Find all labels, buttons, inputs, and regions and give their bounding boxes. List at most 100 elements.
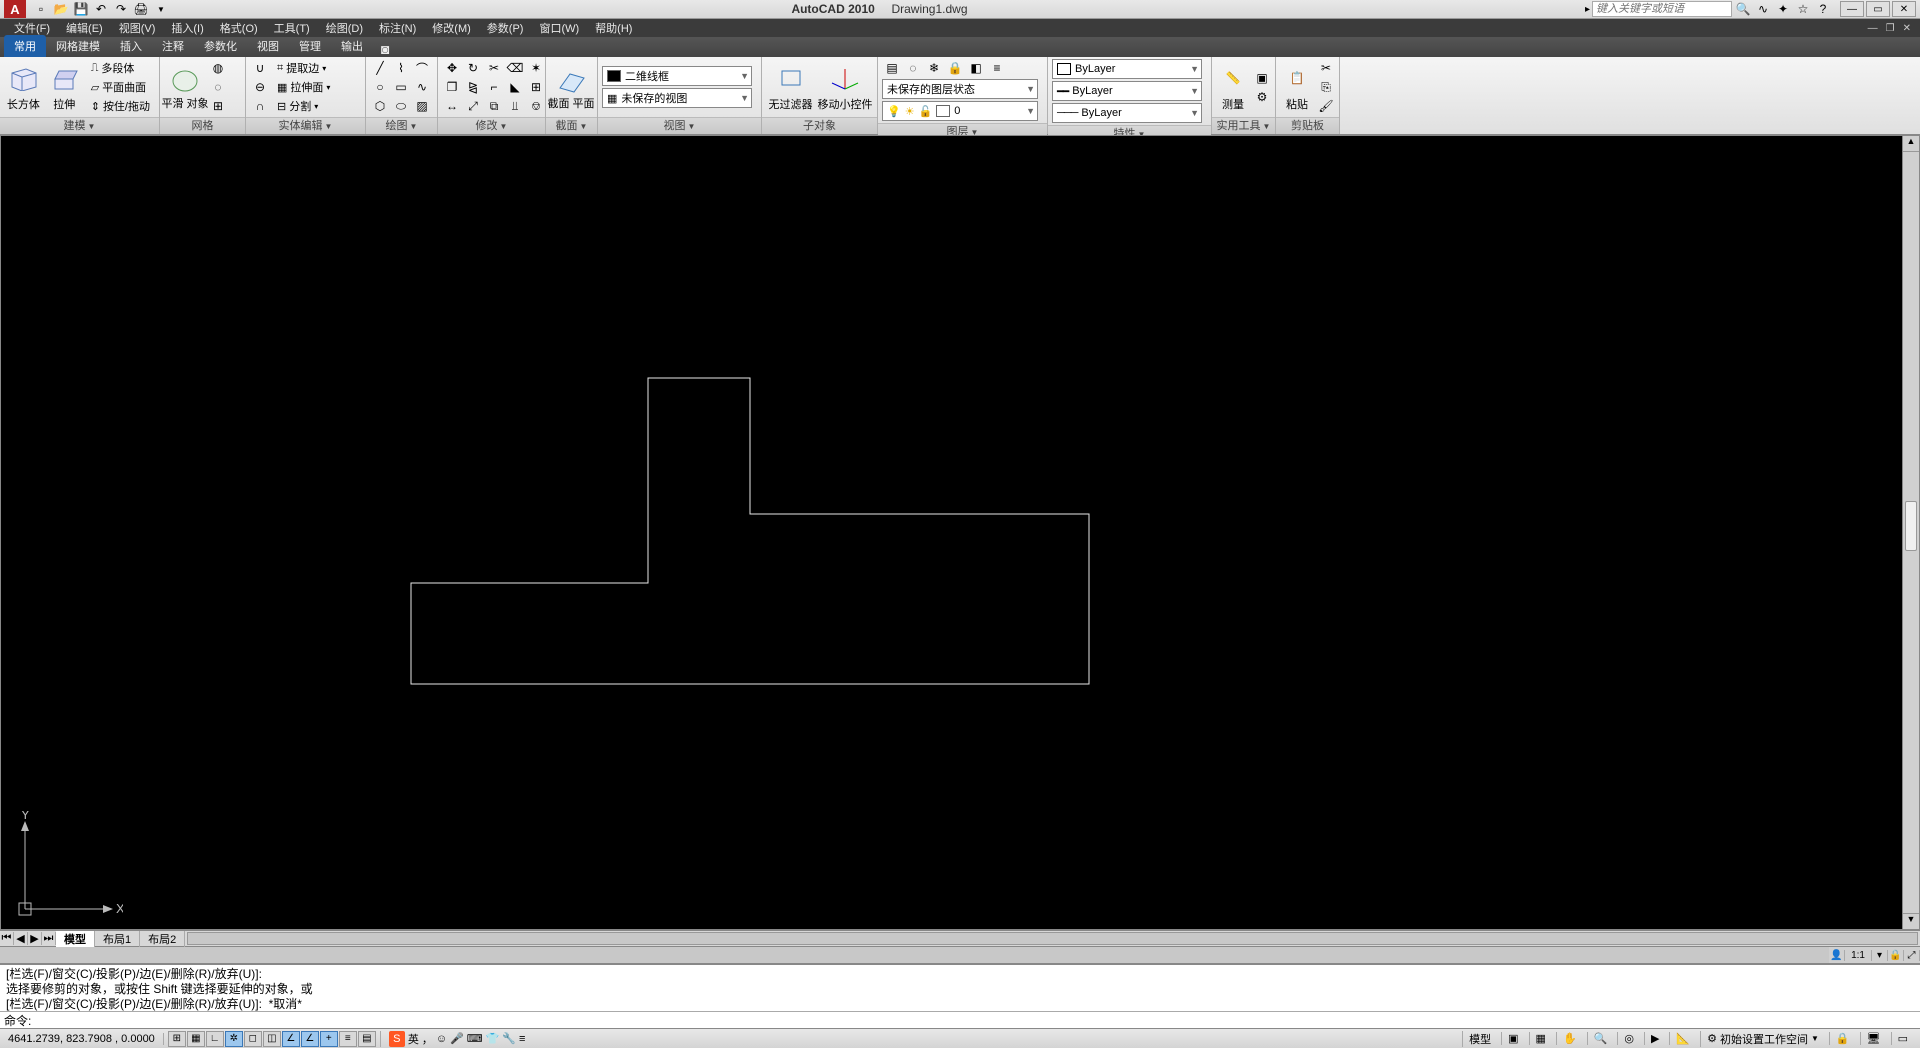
right-scale-dd-icon[interactable]: ▾ bbox=[1872, 950, 1888, 961]
ime-emoji-icon[interactable]: ☺ bbox=[436, 1033, 447, 1045]
pline-icon[interactable]: ⌇ bbox=[391, 59, 411, 77]
annoscale-icon[interactable]: 📐 bbox=[1669, 1032, 1696, 1045]
mdi-restore-icon[interactable]: ❐ bbox=[1883, 23, 1898, 34]
ribbon-tab-expand-icon[interactable]: ◙ bbox=[373, 41, 397, 57]
tab-prev-icon[interactable]: ◀ bbox=[14, 932, 28, 945]
paste-button[interactable]: 📋 粘贴 bbox=[1280, 59, 1314, 115]
layer-prop-icon[interactable]: ▤ bbox=[882, 59, 902, 77]
mdi-minimize-icon[interactable]: — bbox=[1865, 23, 1881, 34]
help-icon[interactable]: ? bbox=[1814, 1, 1832, 17]
menu-draw[interactable]: 绘图(D) bbox=[318, 20, 371, 36]
chamfer-icon[interactable]: ◣ bbox=[505, 78, 525, 96]
menu-help[interactable]: 帮助(H) bbox=[587, 20, 640, 36]
grid-toggle[interactable]: ▦ bbox=[187, 1031, 205, 1047]
panel-title-modify[interactable]: 修改▼ bbox=[438, 117, 545, 134]
menu-window[interactable]: 窗口(W) bbox=[531, 20, 587, 36]
quick-select-icon[interactable]: ⚙ bbox=[1252, 88, 1272, 106]
smooth-object-button[interactable]: 平滑 对象 bbox=[164, 59, 206, 115]
extract-edges-button[interactable]: ⌗提取边▾ bbox=[272, 59, 335, 77]
scroll-thumb[interactable] bbox=[1905, 501, 1917, 551]
menu-tools[interactable]: 工具(T) bbox=[266, 20, 318, 36]
right-person-icon[interactable]: 👤 bbox=[1829, 950, 1845, 961]
ortho-toggle[interactable]: ∟ bbox=[206, 1031, 224, 1047]
help-search-input[interactable] bbox=[1592, 1, 1732, 17]
scale-icon[interactable]: ⤢ bbox=[463, 97, 483, 115]
layer-color-icon[interactable]: ◧ bbox=[966, 59, 986, 77]
lwt-toggle[interactable]: ≡ bbox=[339, 1031, 357, 1047]
separate-button[interactable]: ⊟分割▾ bbox=[272, 97, 335, 115]
menu-dimension[interactable]: 标注(N) bbox=[371, 20, 424, 36]
trim-icon[interactable]: ✂ bbox=[484, 59, 504, 77]
tab-last-icon[interactable]: ⏭ bbox=[42, 932, 56, 945]
line-icon[interactable]: ╱ bbox=[370, 59, 390, 77]
search-dropdown-icon[interactable]: ▸ bbox=[1585, 4, 1590, 15]
app-logo-icon[interactable]: A bbox=[4, 0, 26, 18]
favorite-icon[interactable]: ☆ bbox=[1794, 1, 1812, 17]
panel-title-modeling[interactable]: 建模▼ bbox=[0, 117, 159, 134]
layout-hscroll[interactable] bbox=[187, 932, 1918, 945]
ribbon-tab-insert[interactable]: 插入 bbox=[110, 35, 152, 57]
select-all-icon[interactable]: ▣ bbox=[1252, 69, 1272, 87]
showmotion-icon[interactable]: ▶ bbox=[1644, 1032, 1665, 1045]
qp-toggle[interactable]: ▤ bbox=[358, 1031, 376, 1047]
panel-title-clipboard[interactable]: 剪贴板 bbox=[1276, 117, 1339, 134]
panel-title-mesh[interactable]: 网格 bbox=[160, 117, 245, 134]
panel-title-utilities[interactable]: 实用工具▼ bbox=[1212, 117, 1275, 134]
vertical-scrollbar[interactable]: ▲ ▼ bbox=[1902, 136, 1919, 929]
steering-wheel-icon[interactable]: ◎ bbox=[1617, 1032, 1640, 1045]
model-paper-toggle[interactable]: 模型 bbox=[1462, 1031, 1497, 1047]
box-button[interactable]: 长方体 bbox=[4, 59, 43, 115]
scroll-down-icon[interactable]: ▼ bbox=[1903, 913, 1919, 929]
hatch-icon[interactable]: ▨ bbox=[412, 97, 432, 115]
3dosnap-toggle[interactable]: ◫ bbox=[263, 1031, 281, 1047]
mirror-icon[interactable]: ⧎ bbox=[463, 78, 483, 96]
right-lock-icon[interactable]: 🔒 bbox=[1888, 950, 1904, 961]
maximize-button[interactable]: ▭ bbox=[1866, 1, 1890, 17]
break-icon[interactable]: ⎊ bbox=[526, 97, 546, 115]
layer-off-icon[interactable]: ◌ bbox=[903, 59, 923, 77]
cut-icon[interactable]: ✂ bbox=[1316, 59, 1336, 77]
mdi-close-icon[interactable]: ✕ bbox=[1900, 23, 1914, 34]
right-scale-label[interactable]: 1:1 bbox=[1845, 950, 1872, 961]
layout-tab-1[interactable]: 布局1 bbox=[95, 931, 140, 947]
drawing-area[interactable]: X Y ▲ ▼ bbox=[0, 135, 1920, 930]
command-input[interactable] bbox=[35, 1013, 1916, 1027]
panel-title-draw[interactable]: 绘图▼ bbox=[366, 117, 437, 134]
menu-format[interactable]: 格式(O) bbox=[212, 20, 266, 36]
redo-icon[interactable]: ↷ bbox=[112, 1, 130, 17]
visual-style-dropdown[interactable]: 二维线框 ▼ bbox=[602, 66, 752, 86]
polysolid-button[interactable]: ⎍多段体 bbox=[86, 59, 155, 77]
quickview-drawings-icon[interactable]: ▦ bbox=[1529, 1032, 1552, 1045]
extrude-face-button[interactable]: ▦拉伸面▾ bbox=[272, 78, 335, 96]
mesh-refine-icon[interactable]: ⊞ bbox=[208, 97, 228, 115]
zoom-icon[interactable]: 🔍 bbox=[1587, 1032, 1614, 1045]
color-dropdown[interactable]: ByLayer▼ bbox=[1052, 59, 1202, 79]
fillet-icon[interactable]: ⌐ bbox=[484, 78, 504, 96]
ribbon-tab-parametric[interactable]: 参数化 bbox=[194, 35, 247, 57]
layer-dropdown[interactable]: 💡 ☀ 🔓 0 ▼ bbox=[882, 101, 1038, 121]
planar-surface-button[interactable]: ▱平面曲面 bbox=[86, 78, 155, 96]
ime-mic-icon[interactable]: 🎤 bbox=[450, 1032, 464, 1045]
circle-icon[interactable]: ○ bbox=[370, 78, 390, 96]
extrude-button[interactable]: 拉伸 bbox=[45, 59, 84, 115]
save-icon[interactable]: 💾 bbox=[72, 1, 90, 17]
intersect-icon[interactable]: ∩ bbox=[250, 97, 270, 115]
ime-lang[interactable]: 英 bbox=[408, 1031, 419, 1047]
hscroll-track[interactable] bbox=[0, 947, 1829, 963]
arc-icon[interactable]: ⌒ bbox=[412, 59, 432, 77]
offset-icon[interactable]: ⧉ bbox=[484, 97, 504, 115]
stretch-icon[interactable]: ↔ bbox=[442, 97, 462, 115]
lineweight-dropdown[interactable]: ━━ ByLayer▼ bbox=[1052, 81, 1202, 101]
drawn-polyline-shape[interactable] bbox=[411, 378, 1089, 684]
layer-freeze-icon[interactable]: ❄ bbox=[924, 59, 944, 77]
ime-skin-icon[interactable]: 👕 bbox=[486, 1032, 500, 1045]
clean-screen-icon[interactable]: ▭ bbox=[1891, 1032, 1914, 1045]
open-icon[interactable]: 📂 bbox=[52, 1, 70, 17]
comm-center-icon[interactable]: ∿ bbox=[1754, 1, 1772, 17]
ribbon-tab-output[interactable]: 输出 bbox=[331, 35, 373, 57]
tab-next-icon[interactable]: ▶ bbox=[28, 932, 42, 945]
explode-icon[interactable]: ✶ bbox=[526, 59, 546, 77]
snap-toggle[interactable]: ⊞ bbox=[168, 1031, 186, 1047]
exchange-icon[interactable]: ✦ bbox=[1774, 1, 1792, 17]
menu-modify[interactable]: 修改(M) bbox=[424, 20, 479, 36]
